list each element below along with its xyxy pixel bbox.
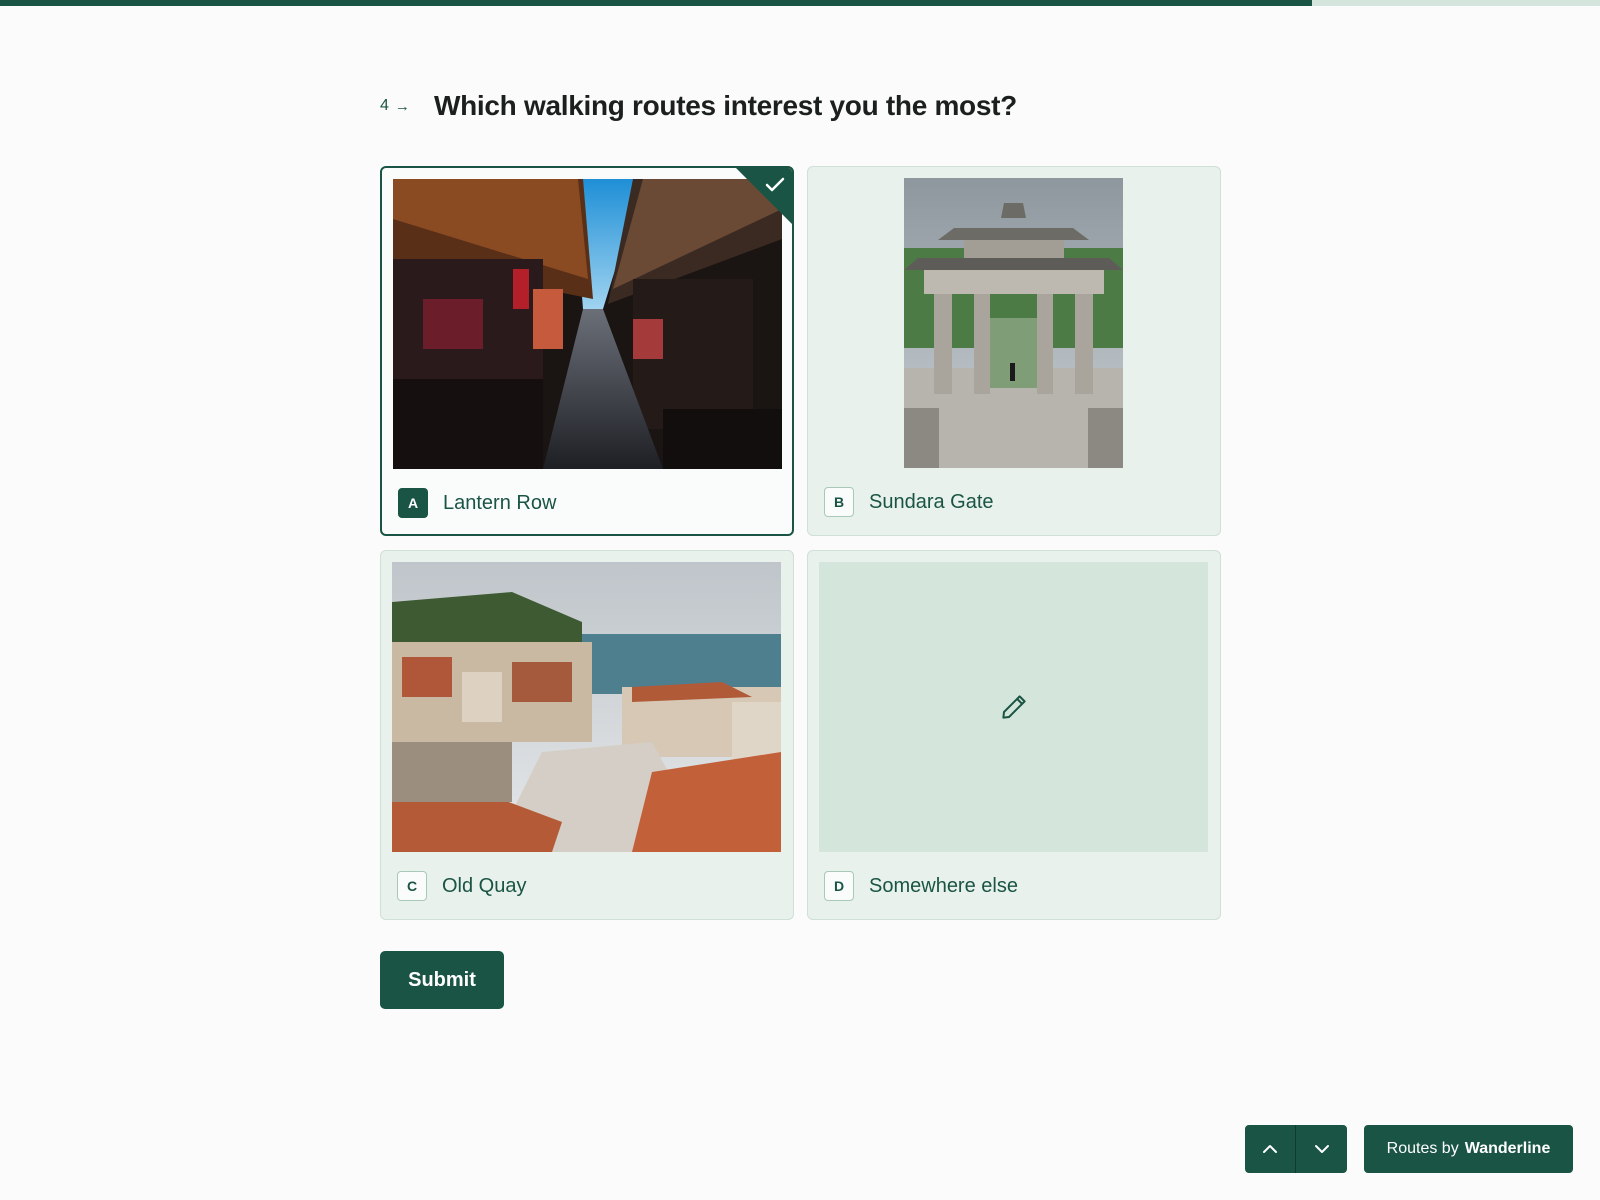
option-label: Old Quay (442, 874, 527, 897)
stone-gate-photo (904, 178, 1123, 468)
pencil-icon (1001, 695, 1026, 719)
option-footer: D Somewhere else (824, 871, 1018, 901)
chevron-up-icon (1263, 1145, 1277, 1153)
question-header: 4 → Which walking routes interest you th… (380, 90, 1017, 122)
arrow-right-icon: → (394, 97, 410, 115)
market-street-photo (393, 179, 782, 469)
option-footer: B Sundara Gate (824, 487, 994, 517)
option-label: Lantern Row (443, 491, 557, 514)
option-key-badge: C (397, 871, 427, 901)
option-label: Somewhere else (869, 874, 1018, 897)
option-card-somewhere-else[interactable]: D Somewhere else (807, 550, 1221, 920)
harbor-town-photo (392, 562, 781, 852)
progress-bar (0, 0, 1600, 6)
option-footer: C Old Quay (397, 871, 526, 901)
option-key-badge: B (824, 487, 854, 517)
question-number: 4 → (380, 97, 434, 115)
option-label: Sundara Gate (869, 490, 994, 513)
option-footer: A Lantern Row (398, 488, 556, 518)
option-key-badge: A (398, 488, 428, 518)
option-card-sundara-gate[interactable]: B Sundara Gate (807, 166, 1221, 536)
option-key-badge: D (824, 871, 854, 901)
submit-button[interactable]: Submit (380, 951, 504, 1009)
options-grid: A Lantern Row B Sundara Gate C Old Quay … (380, 166, 1221, 920)
question-title: Which walking routes interest you the mo… (434, 90, 1017, 121)
checkmark-icon (765, 177, 785, 192)
question-navigation (1245, 1125, 1347, 1173)
other-placeholder (819, 562, 1208, 852)
next-question-button[interactable] (1296, 1125, 1347, 1173)
option-card-lantern-row[interactable]: A Lantern Row (380, 166, 794, 536)
progress-bar-fill (0, 0, 1312, 6)
previous-question-button[interactable] (1245, 1125, 1296, 1173)
chevron-down-icon (1314, 1145, 1329, 1153)
brand-name: Wanderline (1464, 1140, 1551, 1157)
brand-badge-link[interactable]: Routes by Wanderline (1364, 1125, 1573, 1173)
brand-prefix: Routes by (1386, 1140, 1459, 1157)
question-number-label: 4 (380, 97, 389, 114)
option-card-old-quay[interactable]: C Old Quay (380, 550, 794, 920)
